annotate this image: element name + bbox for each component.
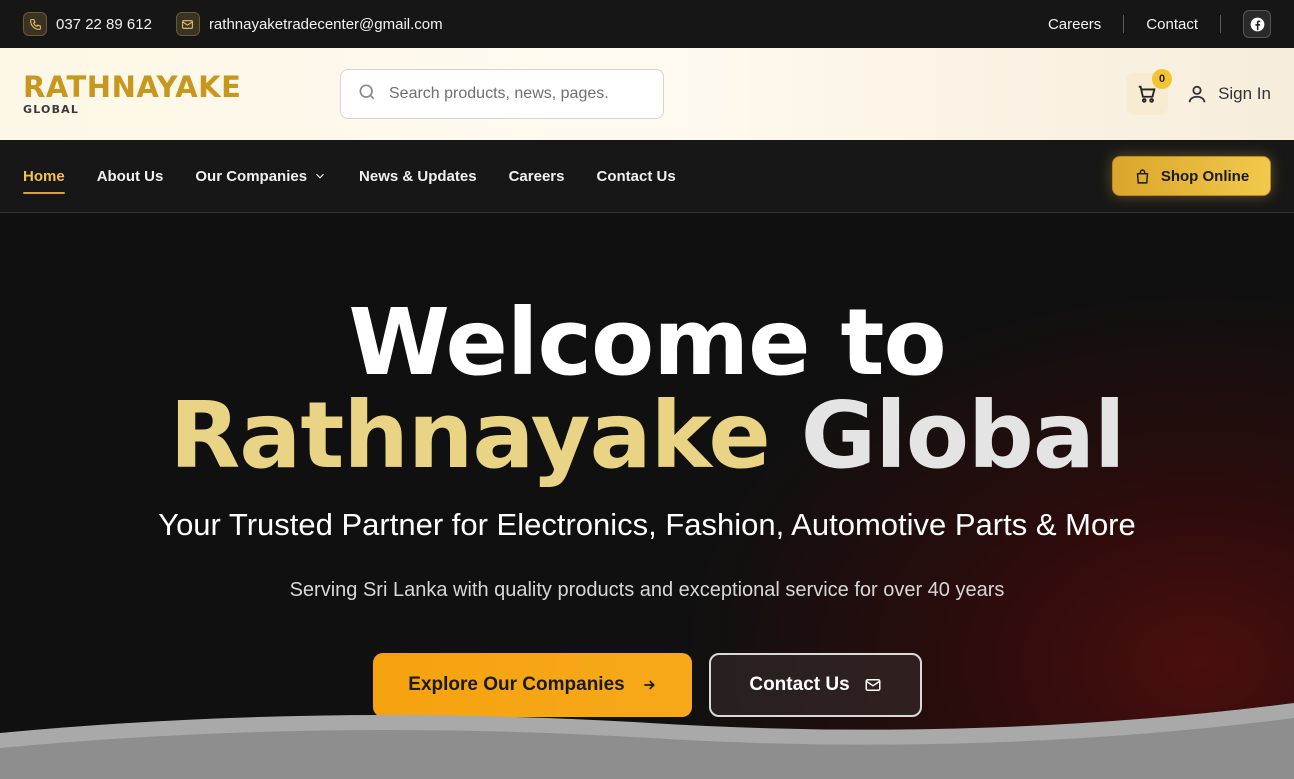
hero-title-line2: Rathnayake Global — [0, 386, 1294, 486]
topbar-contact-link[interactable]: Contact — [1124, 16, 1220, 33]
shopping-bag-icon — [1136, 168, 1149, 184]
nav-item-home[interactable]: Home — [23, 168, 65, 194]
nav-item-label: Our Companies — [195, 167, 308, 185]
cart-button[interactable]: 0 — [1126, 69, 1173, 115]
phone-contact[interactable]: 037 22 89 612 — [23, 12, 152, 36]
hero-description: Serving Sri Lanka with quality products … — [289, 579, 1005, 601]
search-box — [340, 69, 664, 119]
sign-in-label: Sign In — [1218, 84, 1271, 103]
shop-online-button[interactable]: Shop Online — [1112, 156, 1271, 196]
site-header: RATHNAYAKE GLOBAL 0 Sign In — [0, 48, 1294, 140]
hero-subtitle: Your Trusted Partner for Electronics, Fa… — [158, 507, 1136, 542]
logo-subtitle: GLOBAL — [23, 103, 80, 116]
phone-number: 037 22 89 612 — [56, 15, 152, 33]
cart-count-badge: 0 — [1152, 69, 1173, 89]
phone-icon — [23, 12, 47, 36]
search-input[interactable] — [389, 85, 639, 103]
nav-item-contact-us[interactable]: Contact Us — [596, 168, 675, 185]
hero-title-global: Global — [800, 382, 1126, 489]
user-icon — [1188, 85, 1206, 103]
mail-icon — [865, 679, 881, 691]
logo-wordmark: RATHNAYAKE — [23, 70, 242, 104]
nav-item-news-updates[interactable]: News & Updates — [359, 168, 477, 185]
contact-info: 037 22 89 612 rathnayaketradecenter@gmai… — [23, 12, 443, 36]
sign-in-button[interactable]: Sign In — [1186, 83, 1271, 105]
facebook-icon[interactable] — [1243, 10, 1271, 38]
shop-online-label: Shop Online — [1160, 167, 1250, 185]
brand-logo[interactable]: RATHNAYAKE GLOBAL — [23, 72, 340, 116]
hero-title-brand: Rathnayake — [169, 382, 770, 489]
topbar-links: Careers Contact — [1026, 10, 1271, 38]
hero-title-line1: Welcome to — [348, 289, 946, 396]
divider — [1220, 15, 1221, 33]
mail-icon — [175, 12, 200, 36]
nav-menu: Home About Us Our Companies News & Updat… — [23, 168, 676, 194]
hero-wave-divider — [0, 703, 1294, 779]
arrow-right-icon — [644, 680, 655, 690]
nav-item-about-us[interactable]: About Us — [97, 168, 164, 185]
nav-item-careers[interactable]: Careers — [509, 168, 565, 185]
top-bar: 037 22 89 612 rathnayaketradecenter@gmai… — [0, 0, 1294, 48]
chevron-down-icon — [316, 173, 324, 179]
email-contact[interactable]: rathnayaketradecenter@gmail.com — [175, 12, 443, 36]
header-actions: 0 Sign In — [1126, 69, 1271, 115]
hero-section: Welcome to Rathnayake Global Your Truste… — [0, 213, 1294, 779]
search-icon — [357, 82, 377, 107]
topbar-careers-link[interactable]: Careers — [1026, 16, 1123, 33]
main-nav: Home About Us Our Companies News & Updat… — [0, 140, 1294, 213]
email-address: rathnayaketradecenter@gmail.com — [208, 15, 443, 33]
nav-item-our-companies[interactable]: Our Companies — [195, 168, 327, 185]
